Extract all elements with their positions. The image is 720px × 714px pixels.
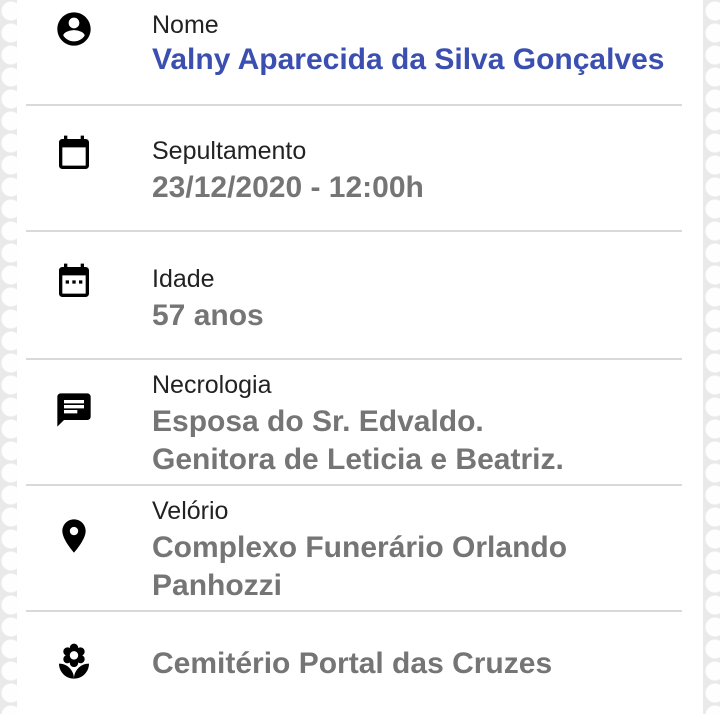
- value-idade: 57 anos: [152, 299, 264, 332]
- label-velorio: Velório: [152, 497, 229, 525]
- value-velorio-line-2: Panhozzi: [152, 569, 283, 602]
- label-nome: Nome: [152, 11, 219, 39]
- value-velorio-line-1: Complexo Funerário Orlando: [152, 531, 568, 564]
- value-cemiterio: Cemitério Portal das Cruzes: [152, 647, 553, 680]
- value-necrologia-line-1: Esposa do Sr. Edvaldo.: [152, 405, 484, 438]
- label-necrologia: Necrologia: [152, 371, 272, 399]
- value-sepultamento: 23/12/2020 - 12:00h: [152, 171, 424, 204]
- person-circle-icon: [54, 9, 94, 49]
- value-nome: Valny Aparecida da Silva Gonçalves: [152, 43, 665, 76]
- obituary-card: Nome Valny Aparecida da Silva Gonçalves …: [17, 0, 703, 714]
- row-sepultamento: Sepultamento 23/12/2020 - 12:00h: [26, 104, 682, 232]
- row-velorio: Velório Complexo Funerário Orlando Panho…: [26, 486, 682, 612]
- calendar-icon: [54, 134, 94, 174]
- row-cemiterio: Cemitério Portal das Cruzes: [26, 612, 682, 714]
- row-nome: Nome Valny Aparecida da Silva Gonçalves: [26, 0, 682, 106]
- label-idade: Idade: [152, 265, 215, 293]
- value-necrologia-line-2: Genitora de Leticia e Beatriz.: [152, 443, 564, 476]
- row-idade: Idade 57 anos: [26, 232, 682, 360]
- row-necrologia: Necrologia Esposa do Sr. Edvaldo. Genito…: [26, 360, 682, 486]
- flower-icon: [54, 642, 94, 682]
- calendar-dots-icon: [54, 262, 94, 302]
- message-icon: [54, 390, 94, 430]
- location-pin-icon: [54, 516, 94, 556]
- label-sepultamento: Sepultamento: [152, 137, 307, 165]
